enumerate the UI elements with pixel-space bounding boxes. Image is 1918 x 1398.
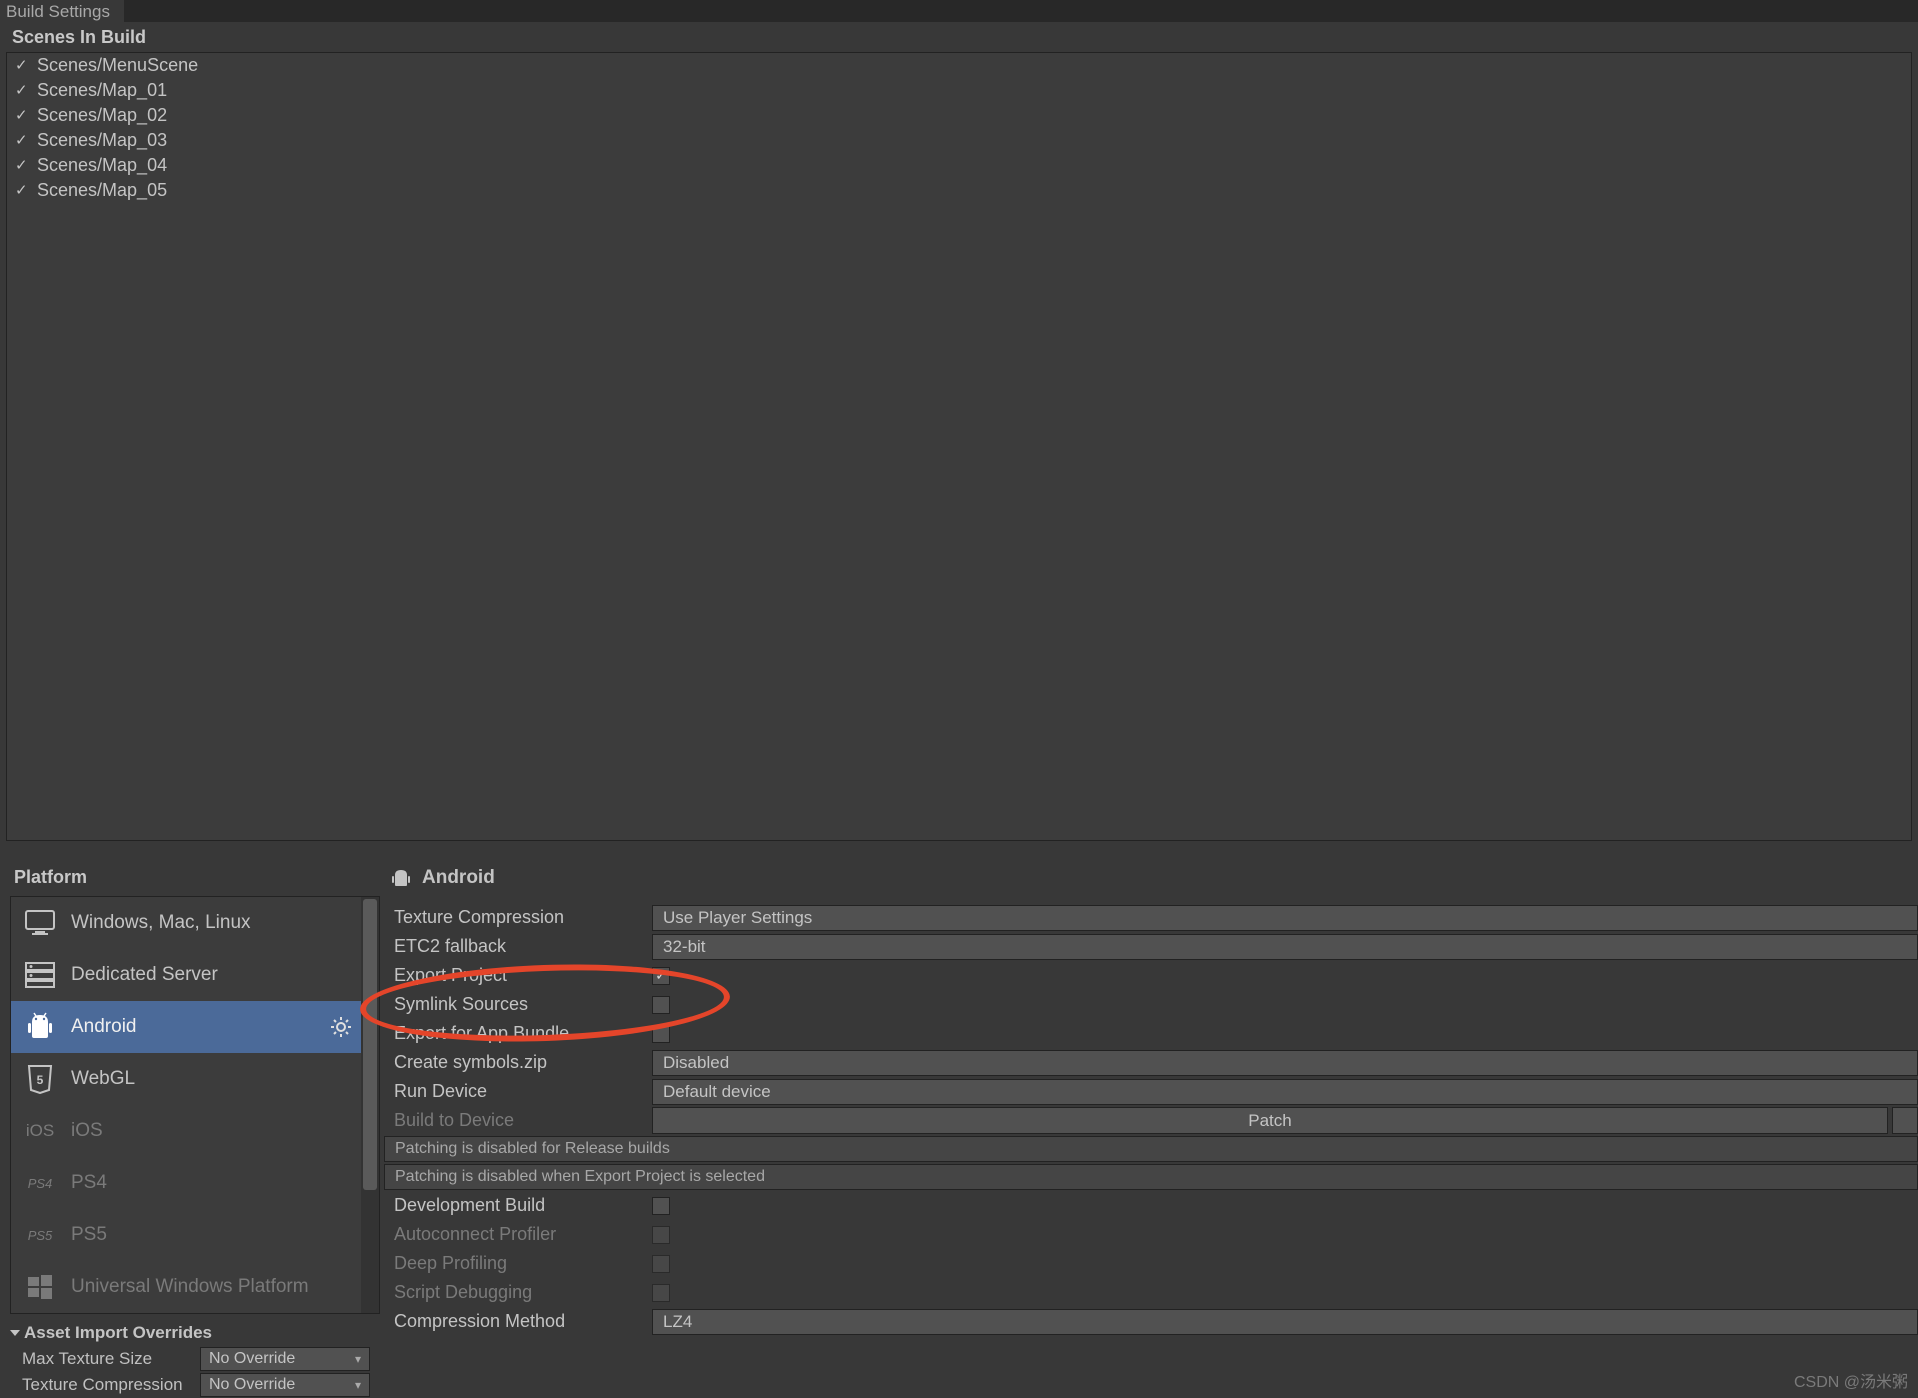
export-project-checkbox[interactable]: ✓ [652, 967, 670, 985]
patch-dropdown-button[interactable] [1892, 1107, 1918, 1134]
compression-method-dropdown[interactable]: LZ4 [652, 1309, 1918, 1335]
scene-path: Scenes/Map_05 [37, 179, 167, 202]
tab-build-settings[interactable]: Build Settings [0, 0, 124, 22]
symlink-sources-checkbox[interactable] [652, 996, 670, 1014]
scene-path: Scenes/Map_02 [37, 104, 167, 127]
etc2-fallback-dropdown[interactable]: 32-bit [652, 934, 1918, 960]
export-project-label: Export Project [384, 965, 652, 986]
asset-import-overrides-header[interactable]: Asset Import Overrides [10, 1320, 380, 1346]
foldout-icon [10, 1330, 20, 1336]
build-to-device-label: Build to Device [384, 1110, 652, 1131]
max-texture-size-dropdown[interactable]: No Override [200, 1347, 370, 1371]
selected-platform-name: Android [422, 867, 495, 889]
platform-label: Dedicated Server [71, 964, 218, 986]
run-device-label: Run Device [384, 1081, 652, 1102]
platform-list: Windows, Mac, Linux Dedicated Server And… [10, 896, 380, 1314]
platform-item-android[interactable]: Android [11, 1001, 361, 1053]
autoconnect-profiler-label: Autoconnect Profiler [384, 1224, 652, 1245]
patching-note-2: Patching is disabled when Export Project… [384, 1164, 1918, 1190]
tab-bar: Build Settings [0, 0, 1918, 22]
scene-row[interactable]: ✓ Scenes/Map_02 [7, 103, 1911, 128]
platform-item-dedicated-server[interactable]: Dedicated Server [11, 949, 361, 1001]
check-icon[interactable]: ✓ [15, 104, 31, 127]
platform-label: PS5 [71, 1224, 107, 1246]
scenes-in-build-header: Scenes In Build [0, 22, 1918, 52]
ps4-icon: PS4 [21, 1166, 59, 1200]
platform-label: WebGL [71, 1068, 135, 1090]
scene-row[interactable]: ✓ Scenes/Map_01 [7, 78, 1911, 103]
check-icon[interactable]: ✓ [15, 54, 31, 77]
platform-label: Android [71, 1016, 137, 1038]
android-icon [21, 1010, 59, 1044]
check-icon[interactable]: ✓ [15, 79, 31, 102]
texture-compression-override-label: Texture Compression [22, 1375, 200, 1395]
development-build-checkbox[interactable] [652, 1197, 670, 1215]
etc2-fallback-label: ETC2 fallback [384, 936, 652, 957]
platform-header: Platform [10, 867, 380, 896]
watermark: CSDN @汤米粥 [1794, 1368, 1908, 1392]
texture-compression-dropdown[interactable]: Use Player Settings [652, 905, 1918, 931]
scrollbar[interactable] [361, 897, 379, 1313]
platform-item-uwp[interactable]: Universal Windows Platform [11, 1261, 361, 1313]
compression-method-label: Compression Method [384, 1311, 652, 1332]
scene-path: Scenes/MenuScene [37, 54, 198, 77]
platform-item-webgl[interactable]: 5 WebGL [11, 1053, 361, 1105]
html5-icon: 5 [21, 1062, 59, 1096]
platform-item-ps4[interactable]: PS4 PS4 [11, 1157, 361, 1209]
scene-row[interactable]: ✓ Scenes/MenuScene [7, 53, 1911, 78]
scene-path: Scenes/Map_03 [37, 129, 167, 152]
scene-path: Scenes/Map_04 [37, 154, 167, 177]
deep-profiling-checkbox[interactable] [652, 1255, 670, 1273]
svg-text:5: 5 [37, 1073, 44, 1087]
monitor-icon [21, 906, 59, 940]
patch-button[interactable]: Patch [652, 1107, 1888, 1134]
overrides-title-text: Asset Import Overrides [24, 1323, 212, 1343]
scenes-list[interactable]: ✓ Scenes/MenuScene ✓ Scenes/Map_01 ✓ Scenes… [6, 52, 1912, 841]
platform-item-windows[interactable]: Windows, Mac, Linux [11, 897, 361, 949]
create-symbols-dropdown[interactable]: Disabled [652, 1050, 1918, 1076]
platform-item-ps5[interactable]: PS5 PS5 [11, 1209, 361, 1261]
ios-icon: iOS [21, 1114, 59, 1148]
development-build-label: Development Build [384, 1195, 652, 1216]
scrollbar-thumb[interactable] [363, 899, 377, 1190]
max-texture-size-label: Max Texture Size [22, 1349, 200, 1369]
script-debugging-checkbox[interactable] [652, 1284, 670, 1302]
texture-compression-label: Texture Compression [384, 907, 652, 928]
scene-path: Scenes/Map_01 [37, 79, 167, 102]
create-symbols-label: Create symbols.zip [384, 1052, 652, 1073]
gear-icon[interactable] [331, 1017, 351, 1037]
check-icon[interactable]: ✓ [15, 179, 31, 202]
platform-label: Windows, Mac, Linux [71, 912, 251, 934]
windows-icon [21, 1270, 59, 1304]
symlink-sources-label: Symlink Sources [384, 994, 652, 1015]
platform-item-ios[interactable]: iOS iOS [11, 1105, 361, 1157]
check-icon[interactable]: ✓ [15, 129, 31, 152]
server-icon [21, 958, 59, 992]
scene-row[interactable]: ✓ Scenes/Map_03 [7, 128, 1911, 153]
deep-profiling-label: Deep Profiling [384, 1253, 652, 1274]
run-device-dropdown[interactable]: Default device [652, 1079, 1918, 1105]
platform-label: PS4 [71, 1172, 107, 1194]
ps5-icon: PS5 [21, 1218, 59, 1252]
platform-label: iOS [71, 1120, 103, 1142]
scene-row[interactable]: ✓ Scenes/Map_05 [7, 178, 1911, 203]
platform-label: Universal Windows Platform [71, 1276, 309, 1298]
selected-platform-title: Android [384, 867, 1918, 903]
script-debugging-label: Script Debugging [384, 1282, 652, 1303]
android-icon [390, 867, 412, 889]
texture-compression-override-dropdown[interactable]: No Override [200, 1373, 370, 1397]
scene-row[interactable]: ✓ Scenes/Map_04 [7, 153, 1911, 178]
patching-note-1: Patching is disabled for Release builds [384, 1136, 1918, 1162]
check-icon[interactable]: ✓ [15, 154, 31, 177]
export-app-bundle-label: Export for App Bundle [384, 1023, 652, 1044]
export-app-bundle-checkbox[interactable] [652, 1025, 670, 1043]
autoconnect-profiler-checkbox[interactable] [652, 1226, 670, 1244]
